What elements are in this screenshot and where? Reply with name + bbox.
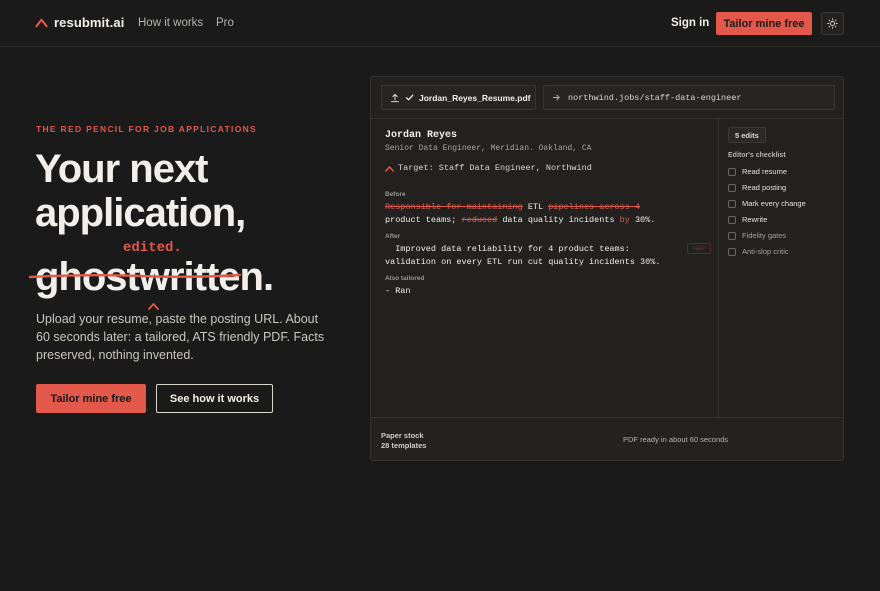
before-line-1: Responsible for maintaining ETL pipeline…: [385, 202, 640, 212]
resume-document: Jordan Reyes Senior Data Engineer, Merid…: [371, 119, 718, 417]
checklist-item-mark-every-change: Mark every change: [728, 199, 806, 208]
paper-stock-label: Paper stock: [381, 431, 424, 440]
posting-url: northwind.jobs/staff-data-engineer: [568, 92, 742, 103]
checklist-item-label: Anti-slop critic: [742, 247, 789, 256]
resume-editor-preview: Jordan_Reyes_Resume.pdf northwind.jobs/s…: [370, 76, 844, 461]
red-strikethrough-mark: [29, 273, 241, 279]
brand-name: resubmit.ai: [54, 15, 125, 30]
checklist-item-read-resume: Read resume: [728, 167, 787, 176]
editor-footer: Paper stock 28 templates PDF ready in ab…: [371, 417, 843, 460]
checkbox-icon: [728, 231, 736, 240]
editor-checklist-panel: 5 edits Editor's checklist Read resume R…: [718, 119, 843, 417]
kept-phrase: product teams;: [385, 215, 462, 225]
pdf-ready-status: PDF ready in about 60 seconds: [623, 435, 729, 444]
checkbox-icon: [728, 183, 736, 192]
top-nav: resubmit.ai How it works Pro Sign in Tai…: [0, 0, 880, 47]
theme-toggle-button[interactable]: [821, 12, 844, 35]
deleted-phrase: Responsible for maintaining: [385, 202, 523, 212]
hero-headline-line1: Your next: [35, 147, 209, 191]
target-line: Target: Staff Data Engineer, Northwind: [385, 163, 592, 173]
template-count: 28 templates: [381, 441, 427, 450]
before-label: Before: [385, 191, 406, 198]
checklist-item-rewrite: Rewrite: [728, 215, 767, 224]
also-tailored-label: Also tailored: [385, 275, 425, 282]
logo-caret-icon: [35, 18, 48, 28]
see-how-it-works-button[interactable]: See how it works: [156, 384, 273, 413]
hero-subtitle: Upload your resume, paste the posting UR…: [36, 312, 325, 362]
struck-word: ghostwritten: [29, 257, 264, 297]
kept-phrase: ETL: [522, 202, 549, 212]
posting-url-field[interactable]: northwind.jobs/staff-data-engineer: [543, 85, 835, 110]
checklist-item-read-posting: Read posting: [728, 183, 786, 192]
edits-count-badge: 5 edits: [728, 127, 766, 143]
brand-logo[interactable]: resubmit.ai: [35, 15, 124, 30]
hero-headline-line2: application,: [35, 191, 246, 235]
changed-phrase: by: [619, 215, 630, 225]
kept-phrase: 30%.: [629, 215, 656, 225]
after-line-2: validation on every ETL run cut quality …: [385, 257, 661, 267]
before-line-2: product teams; reduced data quality inci…: [385, 215, 655, 225]
nav-link-pro[interactable]: Pro: [216, 17, 234, 29]
checklist-item-label: Read resume: [742, 167, 788, 176]
target-text: Target: Staff Data Engineer, Northwind: [398, 163, 592, 173]
after-line-1: Improved data reliability for 4 product …: [385, 244, 630, 254]
file-name: Jordan_Reyes_Resume.pdf: [419, 92, 531, 103]
resume-file-chip[interactable]: Jordan_Reyes_Resume.pdf: [381, 85, 536, 110]
checkbox-icon: [728, 199, 736, 208]
edited-annotation: edited.: [123, 240, 182, 256]
checkbox-icon: [728, 167, 736, 176]
deleted-phrase: reduced: [461, 215, 498, 225]
also-tailored-line: - Ran: [385, 286, 411, 296]
editor-toolbar: Jordan_Reyes_Resume.pdf northwind.jobs/s…: [371, 77, 843, 119]
check-icon: [405, 94, 414, 101]
checklist-item-label: Mark every change: [742, 199, 806, 208]
resume-name: Jordan Reyes: [385, 130, 458, 141]
kept-phrase: data quality incidents: [497, 215, 620, 225]
checklist-item-fidelity-gates: Fidelity gates: [728, 231, 786, 240]
nav-link-how-it-works[interactable]: How it works: [138, 17, 203, 29]
deleted-phrase: pipelines across 4: [548, 202, 641, 212]
checklist-item-label: Rewrite: [742, 215, 768, 224]
keep-stamp: KEEP: [687, 243, 711, 254]
checklist-item-label: Read posting: [742, 183, 787, 192]
nav-tailor-button[interactable]: Tailor mine free: [716, 12, 812, 35]
after-label: After: [385, 233, 401, 240]
hero-eyebrow: THE RED PENCIL FOR JOB APPLICATIONS: [36, 124, 258, 134]
headline-period: .: [262, 255, 274, 299]
sun-icon: [827, 18, 838, 29]
tailor-mine-free-button[interactable]: Tailor mine free: [36, 384, 146, 413]
checkbox-icon: [728, 247, 736, 256]
caret-up-icon: [148, 303, 159, 310]
sign-in-link[interactable]: Sign in: [671, 17, 709, 29]
arrow-right-icon: [552, 94, 560, 101]
resume-role: Senior Data Engineer, Meridian. Oakland,…: [385, 144, 592, 153]
checklist-item-label: Fidelity gates: [742, 231, 787, 240]
hero-headline-line3: ghostwritten .: [29, 255, 274, 299]
checkbox-icon: [728, 215, 736, 224]
upload-icon: [391, 93, 399, 102]
checklist-item-anti-slop-critic: Anti-slop critic: [728, 247, 789, 256]
caret-up-icon: [385, 165, 394, 172]
checklist-title: Editor's checklist: [728, 152, 786, 159]
